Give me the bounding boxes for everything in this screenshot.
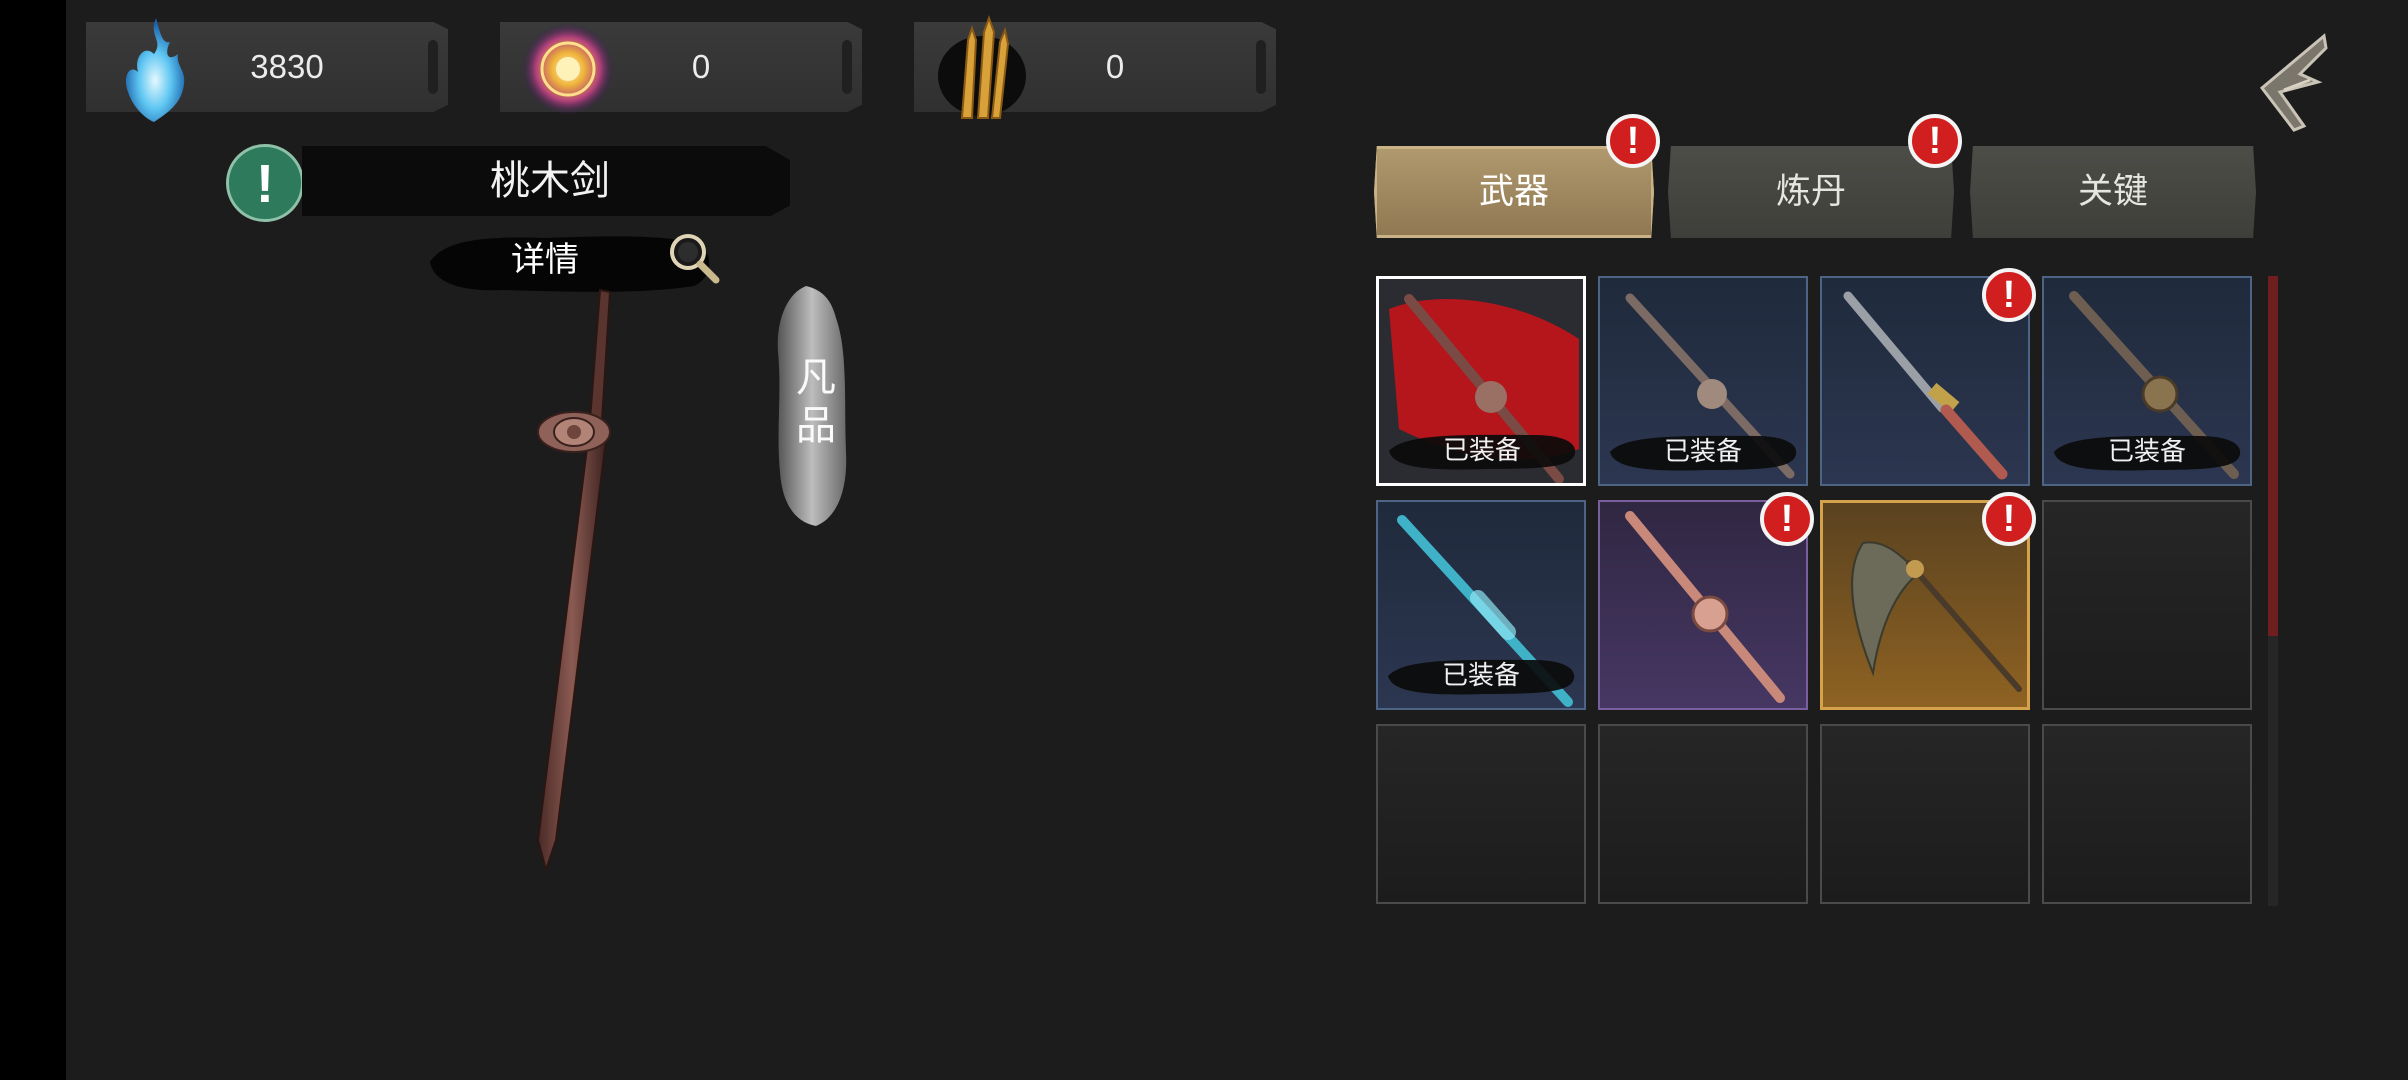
equipped-tag: 已装备	[1385, 429, 1579, 473]
inventory-slot-1[interactable]: 已装备	[1376, 276, 1586, 486]
inventory-slot-9[interactable]	[1376, 724, 1586, 904]
currency-spirit-flame: 3830	[86, 18, 448, 122]
slot-3-notice-icon: !	[1982, 268, 2036, 322]
inventory-slot-11[interactable]	[1820, 724, 2030, 904]
weapon-alert-icon[interactable]: !	[226, 144, 304, 222]
left-black-bar	[0, 0, 66, 1080]
peach-wood-sword-illustration	[536, 288, 612, 874]
tab-alchemy-notice-icon: !	[1908, 114, 1962, 168]
equipped-tag: 已装备	[2050, 430, 2244, 474]
currency-value: 3830	[250, 48, 324, 85]
grade-label: 凡品	[796, 355, 836, 449]
equipped-label: 已装备	[1442, 436, 1521, 466]
tab-key-items[interactable]: 关键	[1970, 146, 2256, 238]
back-arrow-icon[interactable]	[2254, 30, 2334, 134]
equipped-label: 已装备	[1441, 661, 1520, 691]
inventory-scrollbar[interactable]	[2268, 276, 2278, 906]
equipped-tag: 已装备	[1606, 430, 1800, 474]
equipped-label: 已装备	[2107, 437, 2186, 467]
slot-6-notice-icon: !	[1760, 492, 1814, 546]
inventory-slot-5[interactable]: 已装备	[1376, 500, 1586, 710]
magnifier-icon[interactable]	[662, 228, 722, 288]
currency-golden-talisman: 0	[914, 15, 1276, 119]
inventory-slot-8[interactable]	[2042, 500, 2252, 710]
scrollbar-thumb[interactable]	[2268, 276, 2278, 636]
inventory-slot-12[interactable]	[2042, 724, 2252, 904]
inventory-slot-10[interactable]	[1598, 724, 1808, 904]
currency-golden-orb: 0	[500, 22, 862, 115]
equipped-label: 已装备	[1663, 437, 1742, 467]
equipped-tag: 已装备	[1384, 654, 1578, 698]
currency-value: 0	[1105, 48, 1125, 85]
tab-weapons-notice-icon: !	[1606, 114, 1660, 168]
slot-7-notice-icon: !	[1982, 492, 2036, 546]
currency-value: 0	[691, 48, 711, 85]
weapon-name: 桃木剑	[490, 158, 610, 204]
inventory-slot-4[interactable]: 已装备	[2042, 276, 2252, 486]
inventory-slot-2[interactable]: 已装备	[1598, 276, 1808, 486]
